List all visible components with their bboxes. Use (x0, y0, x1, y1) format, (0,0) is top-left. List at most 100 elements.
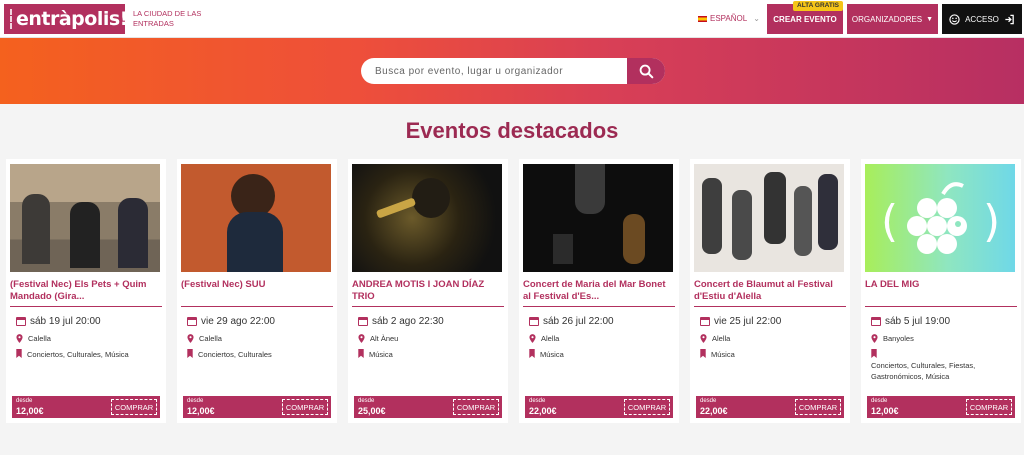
event-location: Calella (16, 334, 51, 343)
event-card[interactable]: ANDREA MOTIS I JOAN DÍAZ TRIO sáb 2 ago … (348, 159, 508, 423)
event-image[interactable] (523, 164, 673, 272)
event-categories: Música (529, 349, 673, 360)
event-date: sáb 5 jul 19:00 (871, 316, 950, 327)
calendar-icon (187, 317, 197, 326)
price-desde: desde (871, 398, 888, 404)
event-location: Alt Àneu (358, 334, 398, 343)
bookmark-icon (187, 349, 193, 358)
price-amount: 22,00€ (700, 406, 728, 416)
location-pin-icon (700, 334, 707, 343)
login-icon (1005, 14, 1014, 24)
caret-down-icon: ▼ (926, 15, 934, 23)
svg-text:): ) (983, 196, 1000, 247)
event-image[interactable] (352, 164, 502, 272)
language-label: ESPAÑOL (710, 14, 748, 23)
price-desde: desde (529, 398, 546, 404)
bookmark-icon (871, 349, 877, 358)
event-date: vie 29 ago 22:00 (187, 316, 275, 327)
calendar-icon (16, 317, 26, 326)
event-location-text: Alt Àneu (370, 334, 399, 343)
section-title: Eventos destacados (405, 118, 619, 143)
event-image[interactable] (10, 164, 160, 272)
svg-text:(: ( (881, 196, 898, 247)
spain-flag-icon (698, 15, 707, 22)
event-date-text: vie 29 ago 22:00 (201, 316, 275, 327)
event-card[interactable]: (Festival Nec) Els Pets + Quim Mandado (… (6, 159, 166, 423)
location-pin-icon (358, 334, 365, 343)
price-bar: desde 12,00€ COMPRAR (867, 396, 1015, 418)
price-amount: 22,00€ (529, 406, 557, 416)
event-image[interactable] (694, 164, 844, 272)
entrapolis-logo[interactable]: entràpolis! (4, 4, 128, 34)
event-categories-text: Conciertos, Culturales (198, 350, 272, 359)
acceso-button[interactable]: ACCESO (942, 4, 1022, 34)
price-desde: desde (358, 398, 375, 404)
acceso-label: ACCESO (965, 14, 999, 24)
search-icon (639, 64, 653, 78)
event-date-text: vie 25 jul 22:00 (714, 316, 782, 327)
event-title[interactable]: (Festival Nec) SUU (181, 279, 333, 291)
event-location: Banyoles (871, 334, 914, 343)
calendar-icon (700, 317, 710, 326)
event-date: vie 25 jul 22:00 (700, 316, 781, 327)
comprar-button[interactable]: COMPRAR (966, 399, 1012, 415)
comprar-button[interactable]: COMPRAR (453, 399, 499, 415)
calendar-icon (871, 317, 881, 326)
alta-gratis-badge: ALTA GRATIS (793, 1, 844, 11)
event-title[interactable]: ANDREA MOTIS I JOAN DÍAZ TRIO (352, 279, 504, 303)
price-bar: desde 25,00€ COMPRAR (354, 396, 502, 418)
divider (10, 306, 162, 307)
event-location-text: Alella (712, 334, 731, 343)
price-bar: desde 12,00€ COMPRAR (183, 396, 331, 418)
organizadores-dropdown[interactable]: ORGANIZADORES ▼ (847, 4, 938, 34)
event-location-text: Alella (541, 334, 560, 343)
comprar-button[interactable]: COMPRAR (624, 399, 670, 415)
divider (865, 306, 1017, 307)
price-bar: desde 12,00€ COMPRAR (12, 396, 160, 418)
event-title[interactable]: Concert de Blaumut al Festival d'Estiu d… (694, 279, 846, 303)
search-input[interactable] (375, 58, 625, 84)
price-amount: 12,00€ (871, 406, 899, 416)
event-card[interactable]: (Festival Nec) SUU vie 29 ago 22:00 Cale… (177, 159, 337, 423)
comprar-button[interactable]: COMPRAR (282, 399, 328, 415)
event-date: sáb 2 ago 22:30 (358, 316, 444, 327)
organizadores-label: ORGANIZADORES (851, 14, 923, 24)
search-bar (361, 58, 665, 84)
price-bar: desde 22,00€ COMPRAR (525, 396, 673, 418)
search-button[interactable] (627, 58, 665, 84)
price-bar: desde 22,00€ COMPRAR (696, 396, 844, 418)
event-location: Calella (187, 334, 222, 343)
comprar-button[interactable]: COMPRAR (795, 399, 841, 415)
event-date-text: sáb 19 jul 20:00 (30, 316, 101, 327)
bookmark-icon (700, 349, 706, 358)
logo-text: entràpolis! (16, 8, 128, 30)
event-categories: Música (700, 349, 844, 360)
event-categories: Conciertos, Culturales, Música (16, 349, 160, 360)
event-title[interactable]: Concert de Maria del Mar Bonet al Festiv… (523, 279, 675, 303)
comprar-button[interactable]: COMPRAR (111, 399, 157, 415)
event-categories: Conciertos, Culturales, Fiestas, Gastron… (871, 349, 1015, 382)
event-title[interactable]: LA DEL MIG (865, 279, 1017, 291)
event-card[interactable]: Concert de Maria del Mar Bonet al Festiv… (519, 159, 679, 423)
smiley-icon (949, 13, 960, 25)
logo-ticket-perforation (10, 9, 12, 29)
event-date-text: sáb 5 jul 19:00 (885, 316, 951, 327)
price-desde: desde (16, 398, 33, 404)
bookmark-icon (358, 349, 364, 358)
event-image[interactable] (181, 164, 331, 272)
language-selector[interactable]: ESPAÑOL ⌄ (698, 14, 760, 23)
divider (694, 306, 846, 307)
event-location: Alella (700, 334, 730, 343)
price-desde: desde (187, 398, 204, 404)
price-amount: 12,00€ (187, 406, 215, 416)
event-card[interactable]: ( ) LA DEL MIG sáb 5 jul 19:00 Banyoles … (861, 159, 1021, 423)
location-pin-icon (871, 334, 878, 343)
bookmark-icon (529, 349, 535, 358)
calendar-icon (358, 317, 368, 326)
event-location-text: Calella (199, 334, 222, 343)
event-card[interactable]: Concert de Blaumut al Festival d'Estiu d… (690, 159, 850, 423)
event-title[interactable]: (Festival Nec) Els Pets + Quim Mandado (… (10, 279, 162, 303)
event-date: sáb 26 jul 22:00 (529, 316, 614, 327)
grape-logo-icon: ( ) (881, 182, 1000, 254)
event-image[interactable]: ( ) (865, 164, 1015, 272)
